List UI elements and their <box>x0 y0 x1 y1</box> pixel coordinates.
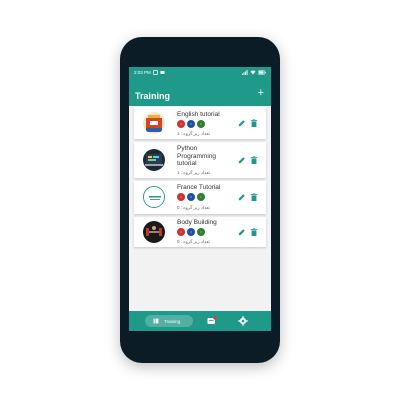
delete-icon[interactable] <box>250 156 258 164</box>
edit-icon[interactable] <box>238 193 246 201</box>
list-item[interactable]: Python Programming tutorial تعداد زیر گر… <box>134 142 266 178</box>
status-badge: • <box>177 120 185 128</box>
course-list: English tutorial • • • تعداد زیر گروه : … <box>134 107 266 250</box>
subgroup-count: تعداد زیر گروه : 1 <box>177 170 210 175</box>
book-icon <box>153 318 159 324</box>
badge-group: • • • <box>177 193 205 201</box>
status-badge: • <box>177 193 185 201</box>
status-badge: • <box>197 193 205 201</box>
course-title: Body Building <box>177 219 217 226</box>
edit-icon[interactable] <box>238 119 246 127</box>
chat-notification-icon[interactable] <box>207 316 217 326</box>
list-item[interactable]: France Tutorial • • • تعداد زیر گروه : 0 <box>134 181 266 214</box>
list-item[interactable]: Body Building • • • تعداد زیر گروه : 0 <box>134 217 266 247</box>
page-title: Training <box>135 91 171 101</box>
gear-icon[interactable] <box>238 316 248 326</box>
gym-icon <box>143 221 165 243</box>
status-badge: • <box>197 120 205 128</box>
subgroup-count: تعداد زیر گروه : 0 <box>177 239 210 244</box>
badge-group: • • • <box>177 120 205 128</box>
bottom-nav: Training <box>129 311 271 331</box>
subgroup-count: تعداد زیر گروه : 0 <box>177 205 210 210</box>
subgroup-count: تعداد زیر گروه : 1 <box>177 131 210 136</box>
battery-icon <box>258 70 266 75</box>
delete-icon[interactable] <box>250 119 258 127</box>
message-icon <box>160 71 165 74</box>
nav-training-label: Training <box>164 318 181 324</box>
nav-item-training[interactable]: Training <box>145 315 193 327</box>
status-badge: • <box>197 228 205 236</box>
status-badge: • <box>187 120 195 128</box>
status-time: 2:03 PM <box>134 70 151 75</box>
status-badge: • <box>187 193 195 201</box>
france-logo-icon <box>143 186 165 208</box>
python-laptop-icon <box>143 149 165 171</box>
signal-icon <box>242 70 248 75</box>
course-title: English tutorial <box>177 111 220 118</box>
edit-icon[interactable] <box>238 156 246 164</box>
course-title: France Tutorial <box>177 184 221 191</box>
add-button[interactable]: + <box>258 88 264 99</box>
notification-icon <box>152 70 158 75</box>
english-book-icon <box>143 112 165 134</box>
badge-group: • • • <box>177 228 205 236</box>
status-badge: • <box>177 228 185 236</box>
delete-icon[interactable] <box>250 193 258 201</box>
app-bar: Training + <box>129 78 271 106</box>
list-item[interactable]: English tutorial • • • تعداد زیر گروه : … <box>134 107 266 139</box>
status-bar: 2:03 PM <box>129 67 271 78</box>
wifi-icon <box>250 70 256 75</box>
app-screen: 2:03 PM Training + English tutorial • • … <box>129 67 271 331</box>
edit-icon[interactable] <box>238 228 246 236</box>
status-badge: • <box>187 228 195 236</box>
course-title: Python Programming tutorial <box>177 145 217 167</box>
delete-icon[interactable] <box>250 228 258 236</box>
